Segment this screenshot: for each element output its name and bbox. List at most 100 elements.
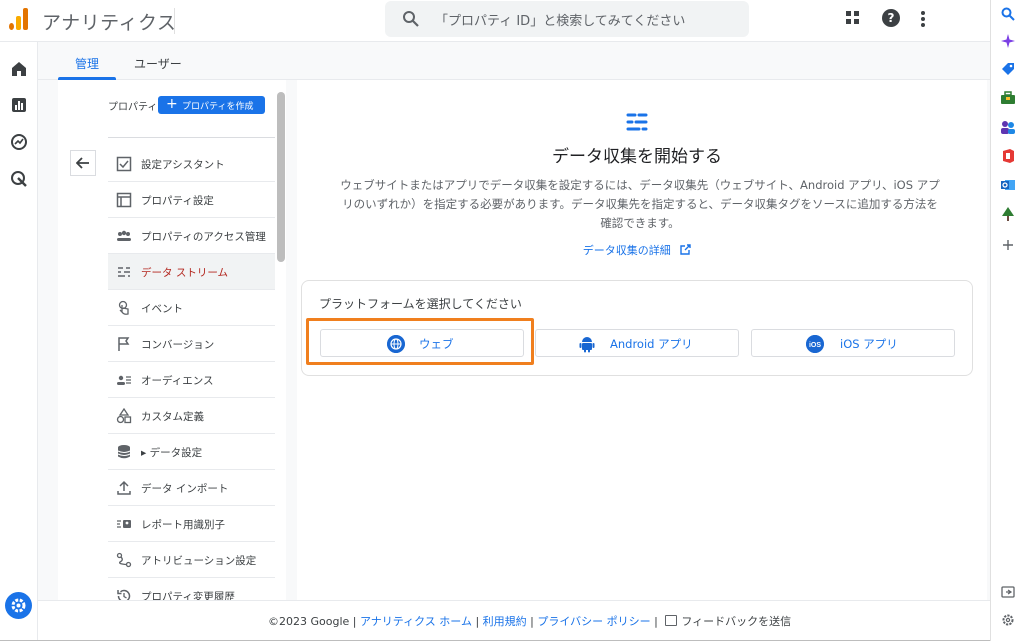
footer-separator: |: [349, 615, 360, 628]
more-vert-icon[interactable]: [919, 11, 927, 27]
sidebar-toggle-icon[interactable]: [1000, 584, 1016, 600]
panel-divider: [108, 137, 275, 138]
menu-item-property-settings[interactable]: プロパティ設定: [108, 182, 275, 218]
top-app-bar: アナリティクス 「プロパティ ID」と検索してみてください ?: [0, 0, 990, 42]
tree-icon[interactable]: [1000, 206, 1016, 222]
platform-android-label: Android アプリ: [610, 337, 693, 351]
menu-item-label: プロパティのアクセス管理: [141, 231, 266, 243]
annotation-highlight-box: [306, 318, 534, 365]
menu-item-events[interactable]: イベント: [108, 290, 275, 326]
page-title: データ収集を開始する: [552, 147, 722, 167]
footer-link-analytics-home[interactable]: アナリティクス ホーム: [360, 615, 472, 628]
flag-icon: [118, 337, 130, 351]
footer-separator: |: [471, 615, 483, 628]
streams-icon: [118, 267, 130, 277]
copyright-text: ©2023 Google: [268, 615, 350, 628]
toolbox-icon[interactable]: [1000, 90, 1016, 106]
platform-ios-button[interactable]: iOS iOS アプリ: [751, 329, 955, 357]
ios-icon: iOS: [806, 335, 824, 353]
menu-item-conversions[interactable]: コンバージョン: [108, 326, 275, 362]
open-in-new-icon: [680, 244, 691, 255]
database-icon: [117, 445, 131, 459]
arrow-back-icon: [76, 157, 89, 169]
footer-link-feedback[interactable]: フィードバックを送信: [681, 615, 791, 628]
menu-item-data-streams[interactable]: データ ストリーム: [108, 254, 275, 290]
admin-settings-button[interactable]: [5, 592, 32, 619]
add-icon[interactable]: [1000, 237, 1016, 253]
shapes-icon: [116, 408, 132, 424]
menu-item-data-settings[interactable]: ▸ データ設定: [108, 434, 275, 470]
browser-sidebar: [990, 0, 1024, 641]
menu-item-setup-assistant[interactable]: 設定アシスタント: [108, 146, 275, 182]
office-icon[interactable]: [1000, 148, 1016, 164]
tab-admin[interactable]: 管理: [75, 55, 99, 72]
plus-icon: +: [166, 96, 178, 112]
back-button[interactable]: [70, 150, 96, 176]
property-label: プロパティ: [108, 102, 158, 113]
outlook-icon[interactable]: [1000, 177, 1016, 193]
help-icon[interactable]: ?: [882, 9, 900, 27]
attribution-icon: [116, 552, 132, 568]
platform-ios-label: iOS アプリ: [840, 337, 898, 351]
apps-grid-icon[interactable]: [846, 11, 860, 25]
menu-item-reporting-identity[interactable]: レポート用識別子: [108, 506, 275, 542]
menu-item-label: イベント: [141, 303, 183, 315]
menu-item-data-import[interactable]: データ インポート: [108, 470, 275, 506]
search-box[interactable]: 「プロパティ ID」と検索してみてください: [385, 1, 749, 37]
advertising-icon[interactable]: [10, 170, 28, 188]
gear-icon: [11, 598, 26, 613]
platform-android-button[interactable]: Android アプリ: [535, 329, 739, 357]
footer-link-privacy[interactable]: プライバシー ポリシー: [537, 615, 650, 628]
menu-item-audiences[interactable]: オーディエンス: [108, 362, 275, 398]
menu-item-label: オーディエンス: [141, 375, 214, 387]
home-icon[interactable]: [10, 60, 28, 78]
menu-item-label: データ インポート: [141, 483, 229, 495]
tag-icon[interactable]: [1000, 61, 1016, 77]
admin-tabs: 管理 ユーザー: [38, 42, 990, 80]
footer-links: ©2023 Google | アナリティクス ホーム | 利用規約 | プライバ…: [268, 613, 791, 629]
search-icon[interactable]: [1000, 6, 1016, 22]
menu-item-attribution-settings[interactable]: アトリビューション設定: [108, 542, 275, 578]
title-divider: [174, 8, 175, 34]
menu-item-label: 設定アシスタント: [141, 159, 225, 171]
footer-link-terms[interactable]: 利用規約: [483, 615, 527, 628]
footer-separator: |: [650, 615, 662, 628]
left-nav-rail: [0, 42, 38, 640]
create-property-label: プロパティを作成: [182, 102, 254, 112]
page-footer: ©2023 Google | アナリティクス ホーム | 利用規約 | プライバ…: [38, 600, 990, 640]
touch-icon: [118, 300, 129, 315]
tab-user[interactable]: ユーザー: [134, 55, 182, 72]
analytics-logo-icon[interactable]: [8, 8, 30, 30]
footer-separator: |: [526, 615, 538, 628]
data-collection-details-link[interactable]: データ収集の詳細: [297, 242, 977, 258]
sparkle-icon[interactable]: [1000, 33, 1016, 49]
svg-text:iOS: iOS: [809, 342, 821, 349]
explore-icon[interactable]: [10, 133, 28, 151]
search-placeholder: 「プロパティ ID」と検索してみてください: [435, 14, 686, 29]
search-icon: [403, 11, 419, 27]
audience-icon: [117, 375, 131, 385]
menu-item-label: レポート用識別子: [141, 519, 225, 531]
menu-item-label: ▸ データ設定: [141, 447, 203, 459]
gear-icon[interactable]: [1000, 612, 1016, 628]
people-icon: [117, 230, 131, 241]
create-property-button[interactable]: + プロパティを作成: [158, 96, 265, 114]
platform-select-title: プラットフォームを選択してください: [319, 297, 522, 311]
android-icon: [579, 337, 595, 353]
menu-item-label: プロパティ設定: [141, 195, 214, 207]
detail-link-label: データ収集の詳細: [582, 244, 671, 257]
panel-scrollbar[interactable]: [277, 92, 285, 262]
menu-item-label: アトリビューション設定: [141, 555, 257, 567]
people-icon[interactable]: [1000, 119, 1016, 135]
menu-item-label: コンバージョン: [141, 339, 215, 351]
menu-item-label: データ ストリーム: [141, 267, 229, 279]
layout-icon: [116, 192, 132, 208]
menu-item-access-management[interactable]: プロパティのアクセス管理: [108, 218, 275, 254]
menu-item-custom-definitions[interactable]: カスタム定義: [108, 398, 275, 434]
upload-icon: [117, 480, 131, 495]
page-description: ウェブサイトまたはアプリでデータ収集を設定するには、データ収集先（ウェブサイト、…: [340, 178, 940, 230]
streams-icon: [626, 113, 648, 131]
reports-icon[interactable]: [10, 96, 28, 114]
menu-item-label: カスタム定義: [141, 411, 204, 423]
identifier-icon: [117, 520, 131, 528]
